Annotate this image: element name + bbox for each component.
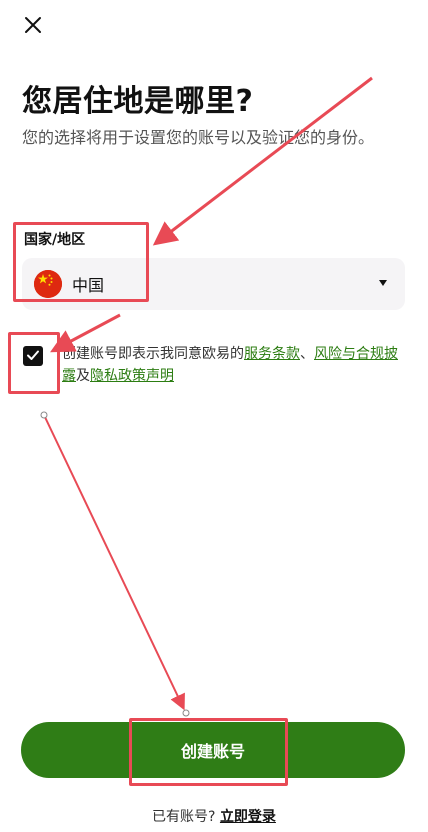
privacy-policy-link[interactable]: 隐私政策声明 bbox=[90, 368, 174, 384]
page-subtitle: 您的选择将用于设置您的账号以及验证您的身份。 bbox=[22, 128, 375, 147]
login-link[interactable]: 立即登录 bbox=[220, 809, 276, 825]
close-icon bbox=[24, 16, 42, 38]
page-title: 您居住地是哪里? bbox=[22, 84, 254, 119]
china-flag-icon bbox=[34, 270, 62, 298]
agreement-text: 创建账号即表示我同意欧易的服务条款、风险与合规披露及隐私政策声明 bbox=[62, 343, 402, 387]
login-prompt: 已有账号? 立即登录 bbox=[0, 806, 428, 826]
login-prompt-text: 已有账号? bbox=[152, 809, 216, 825]
selected-country: 中国 bbox=[72, 276, 105, 295]
agreement-separator: 、 bbox=[300, 346, 314, 362]
country-select[interactable]: 中国 bbox=[22, 258, 405, 310]
annotation-dot-start bbox=[40, 411, 48, 419]
annotation-dot-end bbox=[182, 709, 190, 717]
agree-checkbox[interactable] bbox=[23, 346, 43, 366]
terms-of-service-link[interactable]: 服务条款 bbox=[244, 346, 300, 362]
caret-down-icon bbox=[379, 280, 387, 286]
checkmark-icon bbox=[26, 347, 40, 366]
country-field-label: 国家/地区 bbox=[24, 232, 86, 248]
agreement-prefix: 创建账号即表示我同意欧易的 bbox=[62, 346, 244, 362]
create-account-button[interactable]: 创建账号 bbox=[21, 722, 405, 778]
agreement-conjunction: 及 bbox=[76, 368, 90, 384]
annotation-arrow-create bbox=[43, 414, 185, 711]
close-button[interactable] bbox=[18, 12, 48, 42]
